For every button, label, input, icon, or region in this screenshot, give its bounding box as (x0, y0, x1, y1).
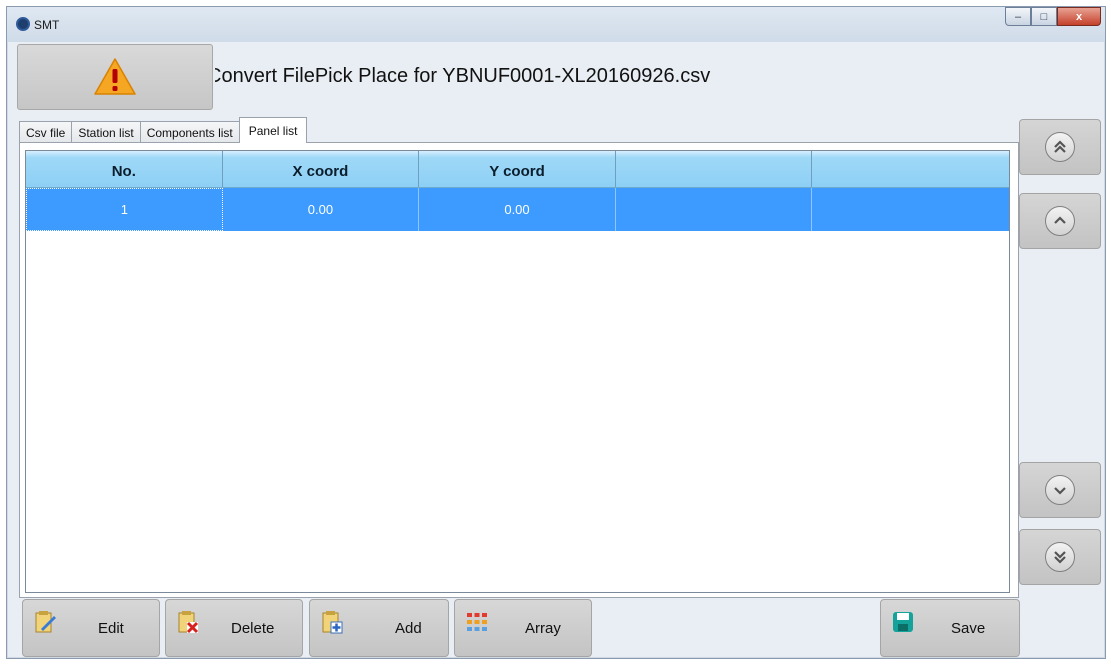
cell-no[interactable]: 1 (26, 188, 223, 231)
first-page-button[interactable] (1019, 119, 1101, 175)
save-button[interactable]: Save (880, 599, 1020, 657)
add-label: Add (395, 620, 422, 637)
status-marquee-text: Convert FilePick Place for YBNUF0001-XL2… (215, 65, 711, 87)
status-marquee: Convert FilePick Place for YBNUF0001-XL2… (215, 65, 835, 95)
edit-label: Edit (98, 620, 124, 637)
last-page-icon (1045, 542, 1075, 572)
panel-grid: No. X coord Y coord 1 0.00 0.00 (25, 150, 1010, 593)
cell-5[interactable] (812, 188, 1009, 231)
column-header-4[interactable] (616, 151, 813, 187)
array-grid-icon (467, 613, 487, 631)
page-down-icon (1045, 475, 1075, 505)
page-up-icon (1045, 206, 1075, 236)
close-button[interactable]: x (1057, 7, 1101, 26)
add-icon (322, 611, 343, 634)
save-icon (893, 612, 913, 632)
tab-csv-file[interactable]: Csv file (19, 121, 73, 143)
minimize-button[interactable]: – (1005, 7, 1031, 26)
grid-header: No. X coord Y coord (26, 151, 1009, 188)
app-logo-icon (16, 17, 30, 31)
column-header-no[interactable]: No. (26, 151, 223, 187)
array-button[interactable]: Array (454, 599, 592, 657)
tab-components-list[interactable]: Components list (139, 121, 240, 143)
tab-strip: Csv file Station list Components list Pa… (19, 117, 308, 143)
tab-panel-list[interactable]: Panel list (238, 117, 308, 143)
array-label: Array (525, 620, 561, 637)
table-row[interactable]: 1 0.00 0.00 (26, 188, 1009, 231)
window-title: SMT (34, 18, 60, 32)
warning-button[interactable] (17, 44, 213, 110)
save-label: Save (951, 620, 986, 637)
delete-button[interactable]: Delete (165, 599, 303, 657)
first-page-icon (1045, 132, 1075, 162)
cell-4[interactable] (616, 188, 813, 231)
tab-station-list[interactable]: Station list (71, 121, 141, 143)
cell-y-coord[interactable]: 0.00 (419, 188, 616, 231)
add-button[interactable]: Add (309, 599, 449, 657)
panel-list-page: No. X coord Y coord 1 0.00 0.00 (19, 142, 1019, 598)
maximize-button[interactable]: □ (1031, 7, 1057, 26)
column-header-5[interactable] (812, 151, 1009, 187)
cell-x-coord[interactable]: 0.00 (223, 188, 420, 231)
window-controls: – □ x (1005, 7, 1101, 26)
page-up-button[interactable] (1019, 193, 1101, 249)
edit-button[interactable]: Edit (22, 599, 160, 657)
page-down-button[interactable] (1019, 462, 1101, 518)
column-header-x-coord[interactable]: X coord (223, 151, 420, 187)
last-page-button[interactable] (1019, 529, 1101, 585)
column-header-y-coord[interactable]: Y coord (419, 151, 616, 187)
edit-icon (35, 611, 56, 633)
delete-icon (178, 611, 199, 634)
warning-icon (94, 58, 136, 95)
title-bar: SMT – □ x (7, 7, 1105, 42)
smt-window: SMT – □ x Convert FilePick Place for YBN… (6, 6, 1106, 659)
delete-label: Delete (231, 620, 275, 637)
